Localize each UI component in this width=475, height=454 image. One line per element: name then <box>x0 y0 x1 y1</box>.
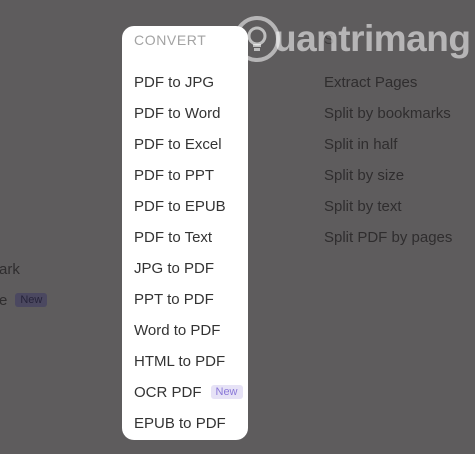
menu-item-label: HTML to PDF <box>134 353 226 370</box>
menu-item-ppt-to-pdf[interactable]: PPT to PDF <box>134 291 214 308</box>
left-menu-item[interactable]: e New <box>0 292 48 309</box>
menu-item-label: EPUB to PDF <box>134 415 226 432</box>
split-menu-item-label: Split by text <box>324 198 402 215</box>
new-badge: New <box>210 385 243 399</box>
menu-item-ocr-pdf[interactable]: OCR PDF New <box>134 384 243 401</box>
menu-item-pdf-to-jpg[interactable]: PDF to JPG <box>134 74 214 91</box>
menu-item-pdf-to-ppt[interactable]: PDF to PPT <box>134 167 214 184</box>
menu-item-jpg-to-pdf[interactable]: JPG to PDF <box>134 260 214 277</box>
menu-item-label: OCR PDF <box>134 384 202 401</box>
split-menu-item-label: Split PDF by pages <box>324 229 453 246</box>
watermark-text: uantrimang <box>274 18 471 59</box>
split-menu-item[interactable]: Split by size <box>324 167 404 184</box>
split-menu-item[interactable]: Split in half <box>324 136 397 153</box>
menu-item-pdf-to-epub[interactable]: PDF to EPUB <box>134 198 226 215</box>
menu-item-label: PDF to Text <box>134 229 213 246</box>
split-menu-item[interactable]: Split PDF by pages <box>324 229 452 246</box>
split-menu-item-label: Split by size <box>324 167 405 184</box>
menu-item-epub-to-pdf[interactable]: EPUB to PDF <box>134 415 226 432</box>
menu-item-label: Word to PDF <box>134 322 221 339</box>
left-menu-item-label: e <box>0 292 8 309</box>
left-menu-item[interactable]: ark <box>0 261 20 278</box>
menu-item-pdf-to-excel[interactable]: PDF to Excel <box>134 136 222 153</box>
menu-item-label: PDF to Word <box>134 105 221 122</box>
new-badge: New <box>15 293 48 307</box>
split-menu-item-label: Extract Pages <box>324 74 418 91</box>
split-menu-item[interactable]: Extract Pages <box>324 74 417 91</box>
menu-item-label: PDF to JPG <box>134 74 215 91</box>
menu-item-label: JPG to PDF <box>134 260 215 277</box>
menu-item-word-to-pdf[interactable]: Word to PDF <box>134 322 220 339</box>
menu-item-pdf-to-text[interactable]: PDF to Text <box>134 229 212 246</box>
menu-item-label: PPT to PDF <box>134 291 214 308</box>
split-menu-item-label: Split in half <box>324 136 398 153</box>
split-menu-item-label: Split by bookmarks <box>324 105 451 122</box>
menu-item-label: PDF to PPT <box>134 167 215 184</box>
menu-item-html-to-pdf[interactable]: HTML to PDF <box>134 353 225 370</box>
menu-item-label: PDF to Excel <box>134 136 222 153</box>
menu-item-label: PDF to EPUB <box>134 198 226 215</box>
menu-item-pdf-to-word[interactable]: PDF to Word <box>134 105 220 122</box>
convert-menu: CONVERT PDF to JPG PDF to Word PDF to Ex… <box>122 26 248 440</box>
page: ark e New S Extract Pages Split by bookma… <box>0 0 475 454</box>
split-menu-item[interactable]: Split by bookmarks <box>324 105 451 122</box>
watermark: uantrimang <box>234 14 471 74</box>
split-menu-item[interactable]: Split by text <box>324 198 402 215</box>
convert-menu-header: CONVERT <box>134 32 207 48</box>
left-menu-item-label: ark <box>0 261 20 278</box>
